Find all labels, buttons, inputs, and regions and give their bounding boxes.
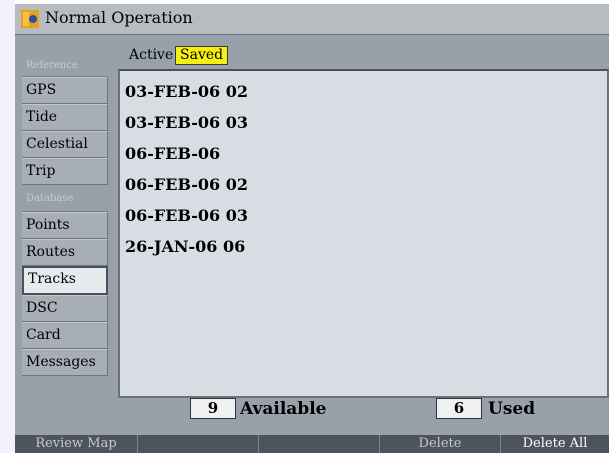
- sidebar-item-label: Celestial: [26, 136, 88, 152]
- sidebar-group-reference: Reference: [22, 50, 108, 77]
- sidebar-item-gps[interactable]: GPS: [22, 77, 108, 104]
- title-bar: Normal Operation: [15, 4, 609, 35]
- sidebar-item-dsc[interactable]: DSC: [22, 295, 108, 322]
- tab-active[interactable]: Active: [125, 46, 177, 65]
- delete-all-button[interactable]: Delete All: [501, 435, 609, 453]
- softkey-bar: Review Map Delete Delete All: [15, 435, 609, 453]
- track-list-item[interactable]: 26-JAN-06 06: [125, 237, 245, 256]
- sidebar: Reference GPS Tide Celestial Trip Databa…: [22, 50, 108, 376]
- track-list-item[interactable]: 06-FEB-06 03: [125, 206, 248, 225]
- used-label: Used: [488, 399, 536, 419]
- sidebar-item-tide[interactable]: Tide: [22, 104, 108, 131]
- sidebar-group-database: Database: [22, 185, 108, 212]
- track-list-item[interactable]: 03-FEB-06 03: [125, 113, 248, 132]
- used-count: 6: [436, 398, 482, 419]
- garmin-app-icon: [21, 10, 39, 28]
- delete-button[interactable]: Delete: [380, 435, 501, 453]
- sidebar-item-label: Card: [26, 327, 61, 343]
- sidebar-item-label: Tide: [26, 109, 58, 125]
- sidebar-item-label: GPS: [26, 82, 57, 98]
- sidebar-item-label: Points: [26, 217, 70, 233]
- track-list-item[interactable]: 06-FEB-06: [125, 144, 220, 163]
- sidebar-item-label: Tracks: [28, 271, 76, 287]
- softkey-3[interactable]: [259, 435, 380, 453]
- sidebar-item-card[interactable]: Card: [22, 322, 108, 349]
- sidebar-item-trip[interactable]: Trip: [22, 158, 108, 185]
- sidebar-item-label: Routes: [26, 244, 76, 260]
- softkey-2[interactable]: [138, 435, 259, 453]
- sidebar-item-routes[interactable]: Routes: [22, 239, 108, 266]
- window-title: Normal Operation: [45, 8, 193, 27]
- sidebar-item-points[interactable]: Points: [22, 212, 108, 239]
- track-list-item[interactable]: 03-FEB-06 02: [125, 82, 248, 101]
- review-map-button[interactable]: Review Map: [15, 435, 138, 453]
- available-label: Available: [240, 399, 327, 419]
- sidebar-item-label: Messages: [26, 354, 96, 370]
- sidebar-item-label: Trip: [26, 163, 56, 179]
- sidebar-group-label: Database: [26, 193, 74, 204]
- track-list-item[interactable]: 06-FEB-06 02: [125, 175, 248, 194]
- sidebar-item-celestial[interactable]: Celestial: [22, 131, 108, 158]
- sidebar-group-label: Reference: [26, 60, 78, 71]
- sidebar-item-tracks[interactable]: Tracks: [22, 266, 108, 295]
- sidebar-item-messages[interactable]: Messages: [22, 349, 108, 376]
- tab-saved[interactable]: Saved: [175, 46, 229, 65]
- available-count: 9: [190, 398, 236, 419]
- sidebar-item-label: DSC: [26, 300, 58, 316]
- saved-tracks-list: 03-FEB-06 02 03-FEB-06 03 06-FEB-06 06-F…: [118, 69, 609, 398]
